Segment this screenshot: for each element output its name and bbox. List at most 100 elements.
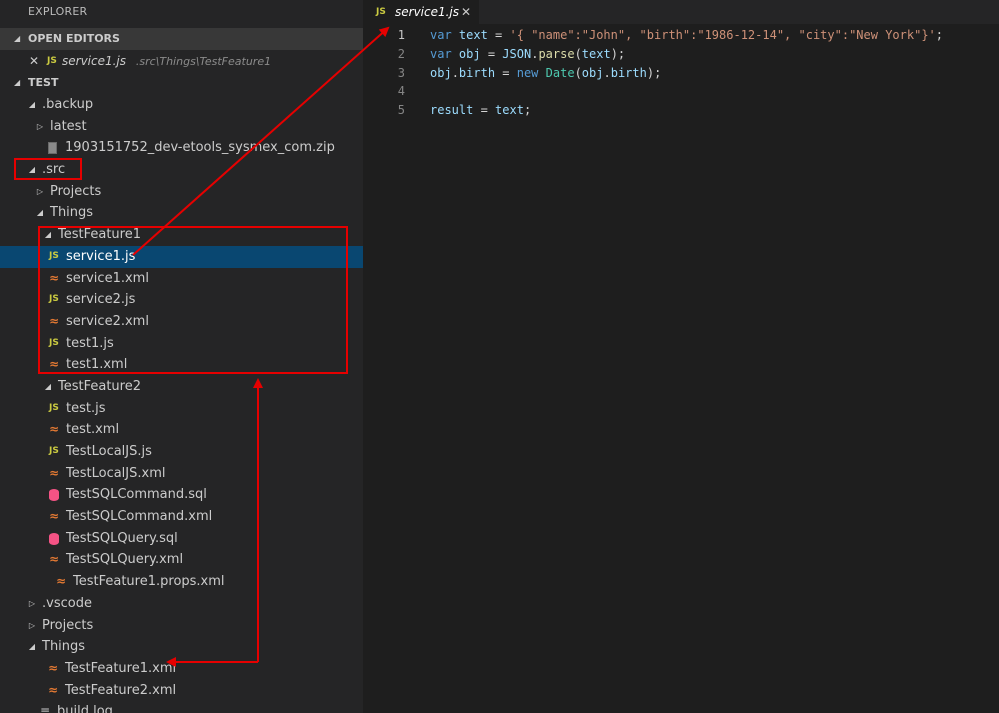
code-token: birth	[458, 65, 496, 80]
code-token: var	[430, 46, 452, 61]
code-token: );	[646, 65, 662, 80]
code-token: ;	[935, 28, 944, 42]
javascript-file-icon: JS	[47, 56, 57, 66]
tree-item[interactable]: ≈ TestSQLQuery.xml	[0, 549, 363, 571]
chevron-right-icon[interactable]: ▷	[27, 593, 37, 615]
code-token: obj	[430, 65, 452, 80]
tree-item[interactable]: ≡ build.log	[0, 701, 363, 713]
code-token: birth	[610, 65, 647, 80]
chevron-down-icon: ◢	[14, 78, 21, 87]
close-icon[interactable]: ✕	[29, 50, 39, 72]
code-token: (	[574, 65, 582, 80]
annotation-box-src	[14, 158, 82, 180]
tree-item[interactable]: ≈ TestFeature1.props.xml	[0, 571, 363, 593]
code-line[interactable]: 2 var obj = JSON.parse(text);	[363, 45, 999, 64]
tree-item[interactable]: ≈ TestLocalJS.xml	[0, 463, 363, 485]
tree-item-label: Projects	[50, 183, 102, 199]
code-token: .	[603, 65, 611, 80]
tree-item[interactable]: ▷ .vscode	[0, 593, 363, 615]
chevron-right-icon[interactable]: ▷	[35, 181, 45, 203]
tree-item[interactable]: ▷ Projects	[0, 615, 363, 637]
javascript-file-icon: JS	[49, 402, 59, 413]
tree-item-label: Things	[42, 639, 86, 655]
tree-item-label: latest	[50, 118, 87, 134]
javascript-file-icon: JS	[376, 7, 386, 17]
tree-item[interactable]: ≈ TestFeature2.xml	[0, 680, 363, 702]
tree-item-label: test.xml	[66, 422, 120, 438]
code-token: =	[480, 46, 503, 61]
tree-item[interactable]: ◢ Things	[0, 636, 363, 658]
explorer-title: EXPLORER	[28, 5, 88, 18]
tree-item-label: TestLocalJS.xml	[66, 465, 166, 481]
code-token: (	[574, 46, 582, 61]
code-token: text	[495, 103, 524, 118]
code-text: var obj = JSON.parse(text);	[430, 45, 625, 64]
chevron-down-icon[interactable]: ◢	[27, 636, 37, 658]
code-token: .	[451, 65, 459, 80]
chevron-right-icon[interactable]: ▷	[35, 116, 45, 138]
tree-item[interactable]: ◢ TestFeature2	[0, 376, 363, 398]
xml-rss-file-icon: ≈	[49, 465, 60, 480]
code-token: '{ "name":"John", "birth":"1986-12-14", …	[509, 28, 936, 42]
tree-item[interactable]: ≈ TestSQLCommand.xml	[0, 506, 363, 528]
line-number: 2	[397, 46, 405, 61]
code-token: var	[430, 28, 452, 42]
tree-item[interactable]: ▷ Projects	[0, 181, 363, 203]
code-text: obj.birth = new Date(obj.birth);	[430, 64, 661, 83]
tree-item-label: TestSQLCommand.sql	[66, 487, 207, 503]
chevron-right-icon[interactable]: ▷	[27, 615, 37, 637]
xml-rss-file-icon: ≈	[49, 422, 60, 437]
tab-label: service1.js	[395, 5, 460, 19]
code-line[interactable]: 3 obj.birth = new Date(obj.birth);	[363, 64, 999, 83]
code-token: new	[516, 65, 539, 80]
code-line[interactable]: 1 var text = '{ "name":"John", "birth":"1…	[363, 26, 999, 45]
open-editor-path: .src\Things\TestFeature1	[135, 55, 272, 68]
xml-rss-file-icon: ≈	[48, 682, 59, 697]
chevron-down-icon[interactable]: ◢	[27, 94, 37, 116]
line-number: 4	[397, 84, 405, 99]
log-file-icon: ≡	[40, 704, 51, 713]
chevron-down-icon[interactable]: ◢	[35, 202, 45, 224]
annotation-box-testfeature1	[38, 226, 348, 374]
code-text: var text = '{ "name":"John", "birth":"19…	[430, 26, 943, 45]
tree-item[interactable]: ≈ TestFeature1.xml	[0, 658, 363, 680]
tab-service1-js[interactable]: JS service1.js ✕	[363, 0, 479, 24]
code-line[interactable]: 5 result = text;	[363, 101, 999, 120]
tree-item-label: build.log	[57, 704, 113, 713]
tree-item[interactable]: ▷ latest	[0, 116, 363, 138]
code-token: obj	[458, 46, 481, 61]
tree-item[interactable]: TestSQLCommand.sql	[0, 484, 363, 506]
code-token: obj	[581, 65, 604, 80]
tree-item[interactable]: ◢ Things	[0, 202, 363, 224]
code-token: text	[581, 46, 611, 61]
xml-rss-file-icon: ≈	[56, 574, 67, 589]
tree-item[interactable]: ◢ .backup	[0, 94, 363, 116]
code-token: =	[487, 28, 510, 42]
javascript-file-icon: JS	[49, 446, 59, 456]
code-token: ;	[523, 103, 532, 118]
open-editor-item[interactable]: ✕ JS service1.js .src\Things\TestFeature…	[0, 50, 363, 72]
close-icon[interactable]: ✕	[461, 0, 471, 24]
tree-item[interactable]: ≈ test.xml	[0, 419, 363, 441]
tree-item[interactable]: JS test.js	[0, 398, 363, 420]
workspace-header[interactable]: ◢ TEST	[0, 72, 363, 94]
code-area[interactable]: 1 var text = '{ "name":"John", "birth":"1…	[363, 26, 999, 120]
tree-item-label: .backup	[42, 97, 94, 112]
tree-item-label: TestFeature1.xml	[65, 660, 177, 676]
chevron-down-icon[interactable]: ◢	[43, 376, 53, 398]
tree-item-label: test.js	[66, 400, 106, 416]
tree-item-label: TestFeature1.props.xml	[73, 574, 225, 590]
tree-item[interactable]: TestSQLQuery.sql	[0, 528, 363, 550]
line-number: 1	[397, 28, 405, 42]
tree-item-label: Projects	[42, 617, 94, 633]
tab-bar: JS service1.js ✕	[363, 0, 999, 24]
tree-item[interactable]: 1903151752_dev-etools_sysmex_com.zip	[0, 137, 363, 159]
tree-item[interactable]: JS TestLocalJS.js	[0, 441, 363, 463]
open-editors-header[interactable]: ◢ OPEN EDITORS	[0, 28, 363, 50]
tree-item-label: TestFeature2	[58, 378, 141, 394]
code-token: text	[458, 28, 488, 42]
code-line[interactable]: 4	[363, 82, 999, 101]
